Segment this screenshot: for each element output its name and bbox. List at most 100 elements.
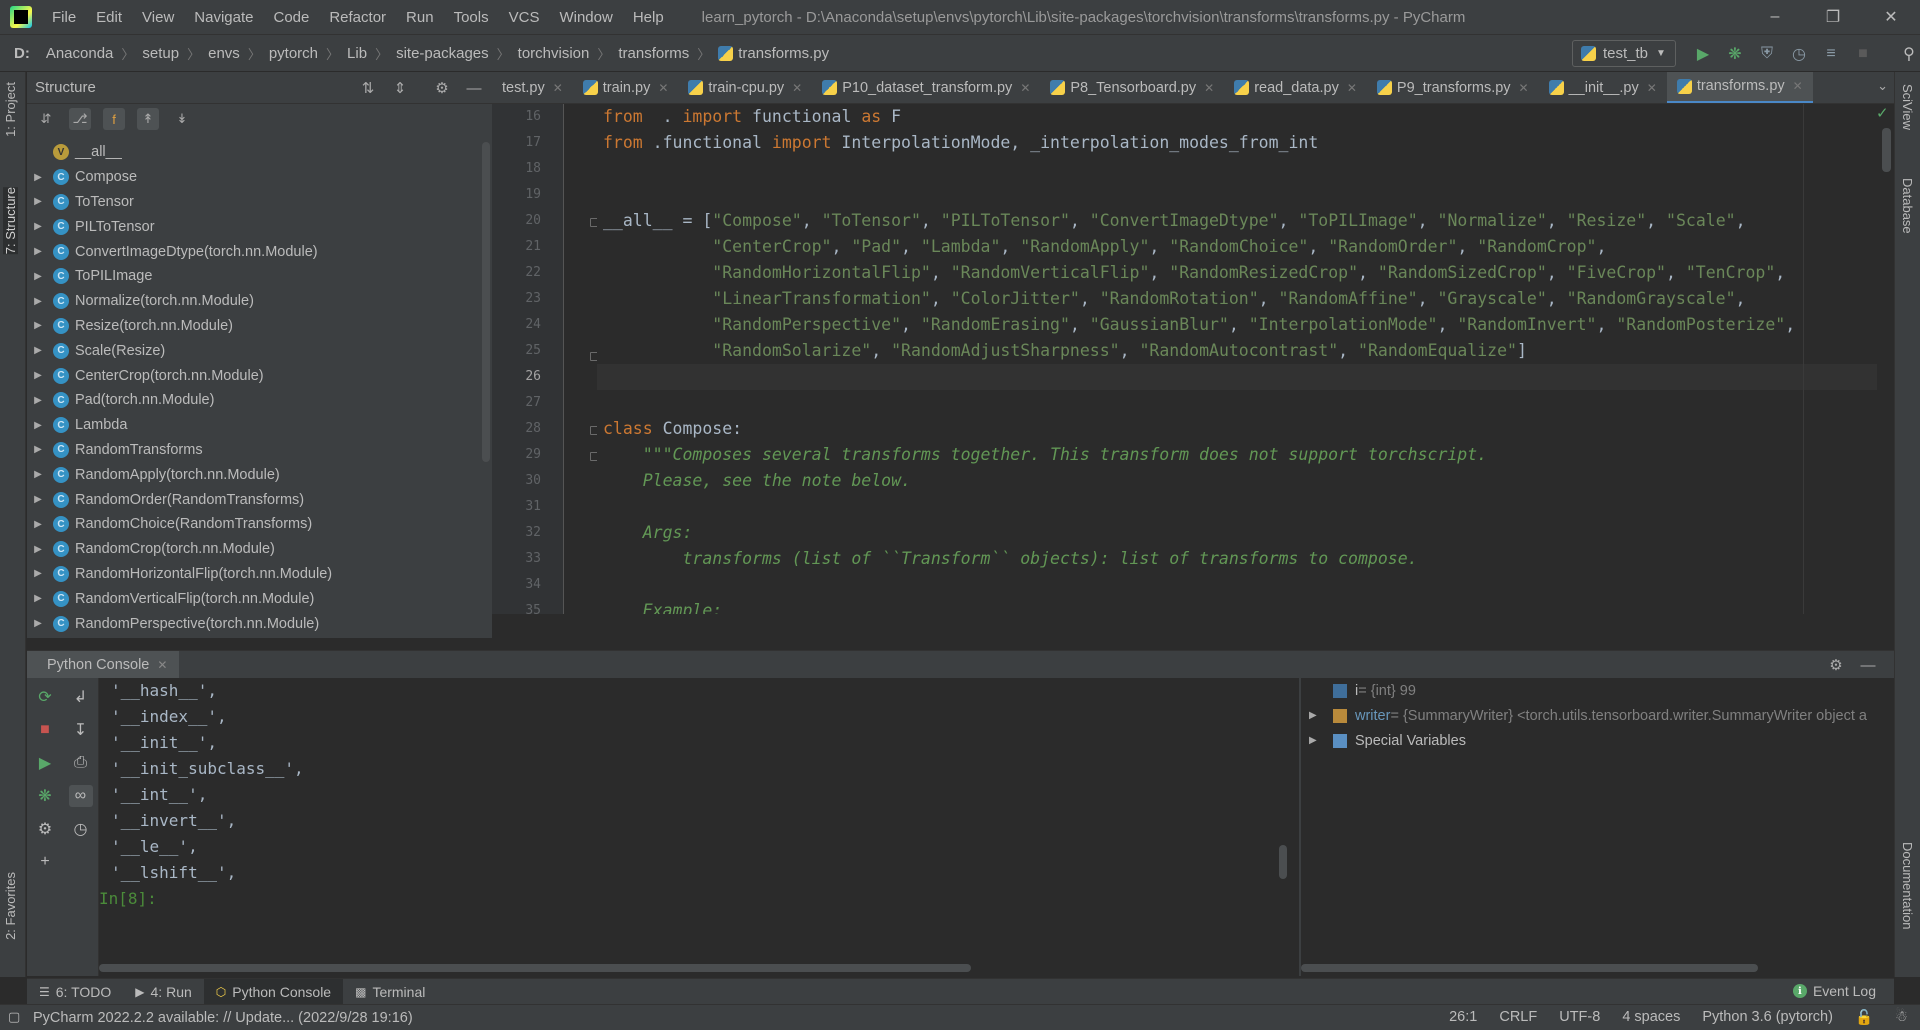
editor-scrollbar[interactable] xyxy=(1882,128,1891,172)
breadcrumb-file[interactable]: transforms.py xyxy=(738,45,829,62)
close-icon[interactable]: ✕ xyxy=(1793,79,1803,93)
event-log-button[interactable]: ℹ Event Log xyxy=(1792,983,1876,999)
autoscroll-to-source-icon[interactable]: ↟ xyxy=(137,108,159,130)
tool-tab-todo[interactable]: ☰ 6: TODO xyxy=(27,979,123,1005)
structure-item[interactable]: ▶ C Pad(torch.nn.Module) xyxy=(27,388,482,413)
structure-item[interactable]: ▶ C RandomHorizontalFlip(torch.nn.Module) xyxy=(27,562,482,587)
expand-arrow-icon[interactable]: ▶ xyxy=(31,444,45,455)
variable-row[interactable]: i = {int} 99 xyxy=(1301,678,1894,703)
expand-arrow-icon[interactable]: ▶ xyxy=(31,469,45,480)
python-interpreter[interactable]: Python 3.6 (pytorch) xyxy=(1702,1009,1833,1026)
close-icon[interactable]: ✕ xyxy=(1204,81,1214,95)
tool-tab-sciview[interactable]: SciView xyxy=(1900,84,1915,130)
expand-arrow-icon[interactable]: ▶ xyxy=(31,618,45,629)
code-line[interactable] xyxy=(597,494,1877,520)
indent-setting[interactable]: 4 spaces xyxy=(1622,1009,1680,1026)
structure-item[interactable]: ▶ C RandomTransforms xyxy=(27,438,482,463)
breadcrumb-item[interactable]: envs xyxy=(208,45,240,62)
code-line[interactable]: from . import functional as F xyxy=(597,104,1877,130)
console-vertical-scrollbar[interactable] xyxy=(1279,845,1287,879)
code-editor[interactable]: from . import functional as Ffrom .funct… xyxy=(597,104,1877,614)
structure-item[interactable]: ▶ C Resize(torch.nn.Module) xyxy=(27,314,482,339)
console-prompt[interactable]: In[8]: xyxy=(99,886,1289,912)
code-line[interactable]: Please, see the note below. xyxy=(597,468,1877,494)
structure-item[interactable]: ▶ C RandomPerspective(torch.nn.Module) xyxy=(27,611,482,636)
code-line[interactable]: Args: xyxy=(597,520,1877,546)
hide-icon[interactable]: — xyxy=(462,78,486,98)
breadcrumb-item[interactable]: setup xyxy=(142,45,179,62)
gear-icon[interactable]: ⚙ xyxy=(430,78,454,98)
print-icon[interactable]: ⎙ xyxy=(69,752,93,774)
structure-item[interactable]: ▶ C ToTensor xyxy=(27,190,482,215)
structure-item[interactable]: ▶ C Lambda xyxy=(27,413,482,438)
expand-arrow-icon[interactable]: ▶ xyxy=(31,271,45,282)
variables-horizontal-scrollbar[interactable] xyxy=(1301,964,1758,972)
structure-item[interactable]: ▶ C PILToTensor xyxy=(27,214,482,239)
run-configuration-selector[interactable]: test_tb ▼ xyxy=(1572,40,1676,67)
code-line[interactable]: "LinearTransformation", "ColorJitter", "… xyxy=(597,286,1877,312)
console-horizontal-scrollbar[interactable] xyxy=(99,964,971,972)
debug-icon[interactable]: ❋ xyxy=(1722,42,1748,66)
chevron-down-icon[interactable]: ⌄ xyxy=(1877,78,1888,94)
tool-tab-database[interactable]: Database xyxy=(1900,178,1915,234)
gear-icon[interactable]: ⚙ xyxy=(1824,655,1848,675)
tool-tab-documentation[interactable]: Documentation xyxy=(1900,842,1915,929)
tool-tab-structure[interactable]: 7: Structure xyxy=(3,187,18,255)
expand-arrow-icon[interactable]: ▶ xyxy=(31,395,45,406)
expand-arrow-icon[interactable]: ▶ xyxy=(31,196,45,207)
show-fields-icon[interactable]: f xyxy=(103,108,125,130)
structure-item[interactable]: ▶ C Scale(Resize) xyxy=(27,338,482,363)
console-output[interactable]: '__hash__', '__index__', '__init__', '__ini… xyxy=(99,678,1289,976)
variable-row[interactable]: ▶ writer = {SummaryWriter} <torch.utils.t… xyxy=(1301,703,1894,728)
breadcrumb-item[interactable]: transforms xyxy=(618,45,689,62)
tool-tab-python-console[interactable]: ⬡ Python Console xyxy=(203,978,344,1005)
breadcrumb-item[interactable]: site-packages xyxy=(396,45,489,62)
status-bar-toggle-icon[interactable]: ▢ xyxy=(8,1009,20,1025)
gear-icon[interactable]: ⚙ xyxy=(33,818,57,840)
code-line[interactable] xyxy=(597,390,1877,416)
breadcrumb-item[interactable]: pytorch xyxy=(269,45,318,62)
stop-icon[interactable]: ■ xyxy=(33,719,57,741)
expand-arrow-icon[interactable]: ▶ xyxy=(31,221,45,232)
expand-arrow-icon[interactable]: ▶ xyxy=(31,370,45,381)
expand-arrow-icon[interactable]: ▶ xyxy=(31,519,45,530)
expand-arrow-icon[interactable]: ▶ xyxy=(31,345,45,356)
lock-icon[interactable]: 🔓 xyxy=(1855,1009,1873,1026)
close-icon[interactable]: ✕ xyxy=(1519,81,1529,95)
structure-item[interactable]: ▶ C RandomCrop(torch.nn.Module) xyxy=(27,537,482,562)
menu-tools[interactable]: Tools xyxy=(444,9,499,26)
line-separator[interactable]: CRLF xyxy=(1499,1009,1537,1026)
expand-arrow-icon[interactable]: ▶ xyxy=(1309,710,1323,721)
editor-tab[interactable]: read_data.py ✕ xyxy=(1224,72,1367,103)
expand-arrow-icon[interactable]: ▶ xyxy=(31,246,45,257)
expand-arrow-icon[interactable]: ▶ xyxy=(31,494,45,505)
breadcrumb-item[interactable]: torchvision xyxy=(518,45,590,62)
editor-tab[interactable]: P9_transforms.py ✕ xyxy=(1367,72,1539,103)
expand-arrow-icon[interactable]: ▶ xyxy=(31,172,45,183)
soft-wrap-icon[interactable]: ↲ xyxy=(69,686,93,708)
close-icon[interactable]: ✕ xyxy=(1347,81,1357,95)
breadcrumb-item[interactable]: Lib xyxy=(347,45,367,62)
structure-scrollbar[interactable] xyxy=(482,142,490,462)
code-line[interactable] xyxy=(597,182,1877,208)
status-message[interactable]: PyCharm 2022.2.2 available: // Update...… xyxy=(33,1010,413,1026)
close-icon[interactable]: ✕ xyxy=(658,81,668,95)
code-line[interactable]: from .functional import InterpolationMod… xyxy=(597,130,1877,156)
menu-edit[interactable]: Edit xyxy=(86,9,132,26)
coverage-icon[interactable]: ⛨ xyxy=(1754,42,1780,66)
structure-item[interactable]: ▶ C ConvertImageDtype(torch.nn.Module) xyxy=(27,239,482,264)
structure-item[interactable]: ▶ C Normalize(torch.nn.Module) xyxy=(27,289,482,314)
menu-vcs[interactable]: VCS xyxy=(499,9,550,26)
structure-item[interactable]: ▶ C ToPILImage xyxy=(27,264,482,289)
close-icon[interactable]: ✕ xyxy=(1020,81,1030,95)
code-line[interactable]: "RandomSolarize", "RandomAdjustSharpness… xyxy=(597,338,1877,364)
tool-tab-terminal[interactable]: ▩ Terminal xyxy=(343,979,437,1005)
code-line[interactable]: transforms (list of ``Transform`` object… xyxy=(597,546,1877,572)
code-line[interactable] xyxy=(597,364,1877,390)
sort-alphabetically-icon[interactable]: ⇵ xyxy=(35,108,57,130)
editor-tab[interactable]: P8_Tensorboard.py ✕ xyxy=(1040,72,1224,103)
expand-arrow-icon[interactable]: ▶ xyxy=(31,568,45,579)
editor-tab[interactable]: transforms.py ✕ xyxy=(1666,72,1813,103)
code-line[interactable] xyxy=(597,572,1877,598)
menu-run[interactable]: Run xyxy=(396,9,444,26)
